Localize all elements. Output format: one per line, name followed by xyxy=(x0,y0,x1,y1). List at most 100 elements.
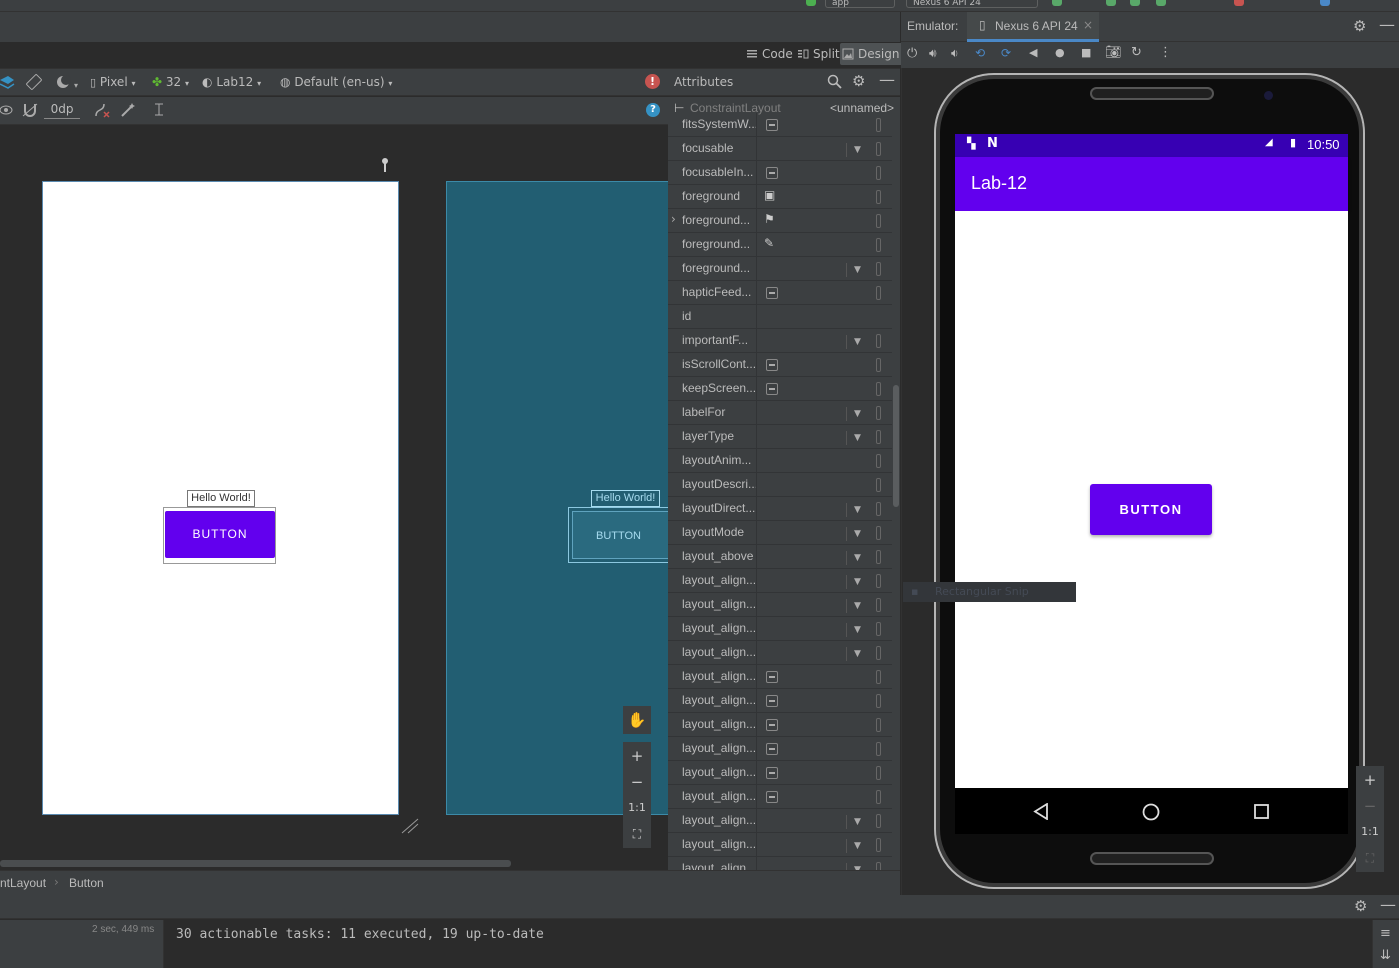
attribute-row[interactable]: layout_align... ▼ xyxy=(668,641,892,665)
rotate-left-icon[interactable]: ⟲ xyxy=(975,46,985,60)
attribute-row[interactable]: foreground... ▼ xyxy=(668,257,892,281)
attribute-row[interactable]: layout_align... ▼ xyxy=(668,833,892,857)
minimize-icon[interactable]: — xyxy=(879,70,895,89)
camera-icon[interactable]: 📷︎ xyxy=(1105,45,1122,60)
attribute-row[interactable]: importantF... ▼ xyxy=(668,329,892,353)
minimize-icon[interactable]: — xyxy=(1379,15,1395,34)
attribute-dropdown-icon[interactable]: ▼ xyxy=(846,599,868,613)
attribute-binding-handle[interactable] xyxy=(876,622,881,636)
attach-icon[interactable] xyxy=(1156,0,1166,6)
magnet-icon[interactable] xyxy=(22,102,38,118)
close-icon[interactable]: × xyxy=(1083,18,1093,32)
attribute-binding-handle[interactable] xyxy=(876,838,881,852)
attribute-binding-handle[interactable] xyxy=(876,694,881,708)
device-selector[interactable]: ▯ Pixel ▾ xyxy=(90,72,136,92)
attribute-row[interactable]: layout_align... ▼ xyxy=(668,857,892,870)
attribute-row[interactable]: layoutDescri... xyxy=(668,473,892,497)
zoom-one-to-one-button[interactable]: 1:1 xyxy=(1356,818,1384,846)
guidelines-icon[interactable] xyxy=(152,102,168,118)
attribute-binding-handle[interactable] xyxy=(876,742,881,756)
attribute-binding-handle[interactable] xyxy=(876,382,881,396)
device-dropdown[interactable]: Nexus 6 API 24 xyxy=(906,0,1038,8)
attribute-binding-handle[interactable] xyxy=(876,502,881,516)
hello-world-textview[interactable]: Hello World! xyxy=(187,490,255,507)
attributes-scrollbar[interactable] xyxy=(893,385,899,507)
attribute-row[interactable]: layout_align... ▼ xyxy=(668,593,892,617)
attribute-dropdown-icon[interactable]: ▼ xyxy=(846,647,868,661)
attribute-row[interactable]: layout_align... ▼ xyxy=(668,809,892,833)
app-button[interactable]: BUTTON xyxy=(1090,484,1212,535)
zoom-in-icon[interactable]: + xyxy=(1356,766,1384,794)
attribute-binding-handle[interactable] xyxy=(876,286,881,300)
attribute-row[interactable]: id xyxy=(668,305,892,329)
profile-icon[interactable] xyxy=(1130,0,1140,6)
run-config-dropdown[interactable]: app xyxy=(825,0,895,8)
zoom-one-to-one-button[interactable]: 1:1 xyxy=(623,794,651,822)
attribute-binding-handle[interactable] xyxy=(876,238,881,252)
debug-icon[interactable] xyxy=(1106,0,1116,6)
code-mode-button[interactable]: Code xyxy=(744,43,793,65)
attribute-binding-handle[interactable] xyxy=(876,190,881,204)
scroll-to-end-icon[interactable]: ⇊ xyxy=(1380,948,1391,963)
attribute-row[interactable]: layout_align... xyxy=(668,665,892,689)
canvas-horizontal-scrollbar[interactable] xyxy=(0,860,511,867)
attribute-row[interactable]: foreground ▣ xyxy=(668,185,892,209)
run-icon[interactable] xyxy=(1052,0,1062,6)
search-icon[interactable] xyxy=(827,74,842,89)
locale-selector[interactable]: ◍ Default (en-us) ▾ xyxy=(280,72,392,92)
attribute-row[interactable]: layout_align... xyxy=(668,761,892,785)
design-mode-button[interactable]: Design xyxy=(840,43,904,65)
attribute-binding-handle[interactable] xyxy=(876,406,881,420)
attribute-binding-handle[interactable] xyxy=(876,118,881,132)
attribute-binding-handle[interactable] xyxy=(876,454,881,468)
orientation-icon[interactable] xyxy=(26,74,42,90)
attribute-row[interactable]: › foreground... ⚑ xyxy=(668,209,892,233)
eye-icon[interactable] xyxy=(0,102,16,118)
resize-handle-icon[interactable] xyxy=(400,817,420,835)
gear-icon[interactable]: ⚙ xyxy=(1354,897,1367,915)
error-icon[interactable]: ! xyxy=(645,74,660,89)
attribute-row[interactable]: layoutMode ▼ xyxy=(668,521,892,545)
attribute-row[interactable]: layout_align... xyxy=(668,737,892,761)
attribute-binding-handle[interactable] xyxy=(876,862,881,870)
help-icon[interactable]: ? xyxy=(646,103,660,117)
theme-selector[interactable]: ◐ Lab12 ▾ xyxy=(202,72,261,92)
attribute-row[interactable]: layout_align... ▼ xyxy=(668,569,892,593)
attribute-row[interactable]: layout_above ▼ xyxy=(668,545,892,569)
attribute-toggle-icon[interactable] xyxy=(766,359,778,371)
attribute-binding-handle[interactable] xyxy=(876,142,881,156)
attribute-row[interactable]: layoutAnim... xyxy=(668,449,892,473)
night-mode-icon[interactable] xyxy=(56,74,72,90)
attribute-row[interactable]: layout_align... xyxy=(668,713,892,737)
attribute-toggle-icon[interactable] xyxy=(766,791,778,803)
overview-icon[interactable]: ■ xyxy=(1081,46,1091,59)
breadcrumb-child[interactable]: Button xyxy=(69,876,104,890)
nav-recents-icon[interactable] xyxy=(1254,804,1269,819)
attribute-row[interactable]: focusableIn... xyxy=(668,161,892,185)
minimize-icon[interactable]: — xyxy=(1380,895,1396,914)
attribute-binding-handle[interactable] xyxy=(876,814,881,828)
default-margin-input[interactable]: 0dp xyxy=(44,100,80,119)
attribute-binding-handle[interactable] xyxy=(876,358,881,372)
stop-icon[interactable] xyxy=(1234,0,1244,6)
attribute-row[interactable]: labelFor ▼ xyxy=(668,401,892,425)
attribute-row[interactable]: fitsSystemW... xyxy=(668,113,892,137)
attribute-dropdown-icon[interactable]: ▼ xyxy=(846,839,868,853)
attribute-row[interactable]: layout_align... xyxy=(668,785,892,809)
pan-hand-icon[interactable]: ✋ xyxy=(623,706,651,734)
attribute-binding-handle[interactable] xyxy=(876,646,881,660)
attribute-binding-handle[interactable] xyxy=(876,790,881,804)
attribute-row[interactable]: keepScreen... xyxy=(668,377,892,401)
attribute-dropdown-icon[interactable]: ▼ xyxy=(846,527,868,541)
gear-icon[interactable]: ⚙ xyxy=(1353,17,1366,35)
attribute-dropdown-icon[interactable]: ▼ xyxy=(846,335,868,349)
image-picker-icon[interactable]: ▣ xyxy=(764,188,775,202)
attribute-row[interactable]: isScrollCont... xyxy=(668,353,892,377)
attribute-row[interactable]: layoutDirect... ▼ xyxy=(668,497,892,521)
attribute-binding-handle[interactable] xyxy=(876,670,881,684)
expand-chevron-icon[interactable]: › xyxy=(671,212,676,226)
attribute-dropdown-icon[interactable]: ▼ xyxy=(846,815,868,829)
layers-icon[interactable] xyxy=(0,74,16,90)
attribute-dropdown-icon[interactable]: ▼ xyxy=(846,623,868,637)
pin-icon[interactable] xyxy=(378,157,392,173)
